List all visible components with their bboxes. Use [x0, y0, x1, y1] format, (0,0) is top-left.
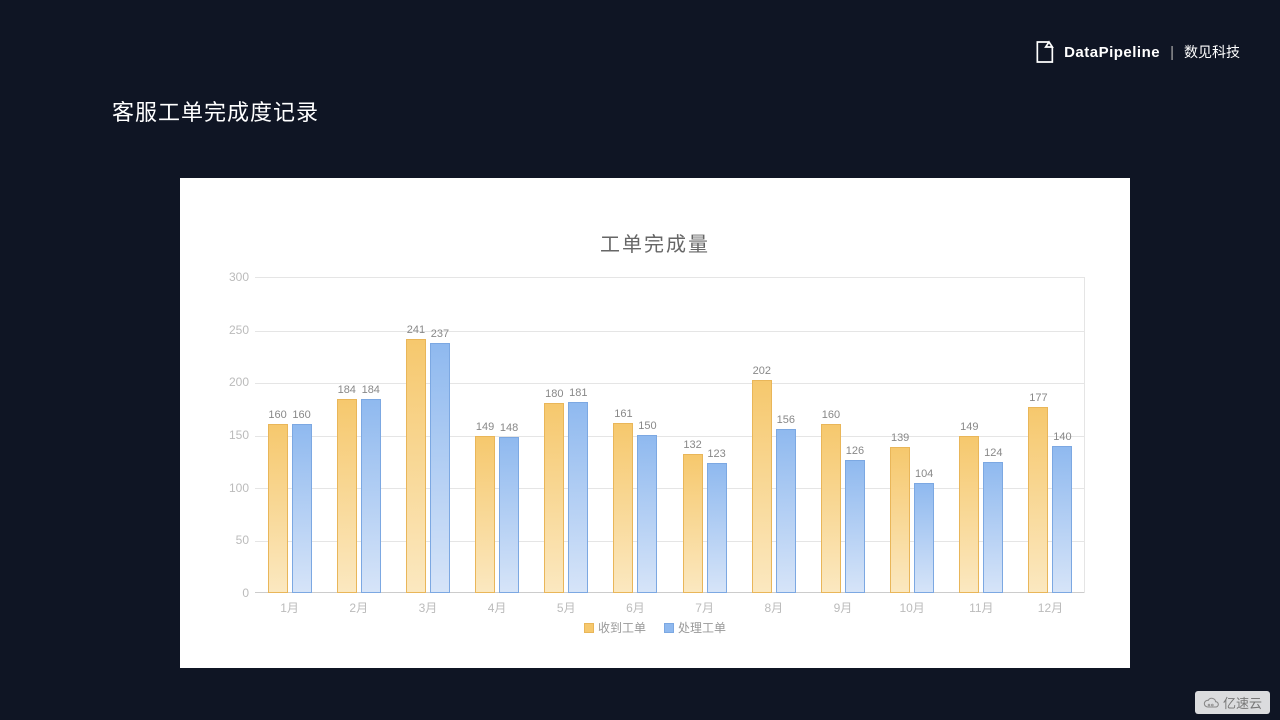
- bar-value-label: 123: [707, 448, 725, 460]
- bar-processed: 184: [361, 399, 381, 593]
- bar-processed: 140: [1052, 446, 1072, 593]
- legend-item-processed: 处理工单: [664, 619, 726, 636]
- bar-value-label: 177: [1029, 392, 1047, 404]
- watermark: 亿速云: [1195, 691, 1270, 714]
- brand-cn-name: 数见科技: [1184, 42, 1240, 62]
- bar-value-label: 202: [753, 365, 771, 377]
- brand-separator: |: [1170, 44, 1174, 61]
- y-tick-label: 300: [215, 270, 249, 284]
- legend: 收到工单 处理工单: [215, 619, 1095, 636]
- bar-received: 149: [475, 436, 495, 593]
- bar-processed: 150: [637, 435, 657, 593]
- bar-value-label: 160: [268, 409, 286, 421]
- x-tick-label: 12月: [1038, 599, 1063, 616]
- bar-processed: 123: [707, 463, 727, 593]
- bar-group: 1601601月: [255, 277, 324, 593]
- y-tick-label: 250: [215, 323, 249, 337]
- brand-block: DataPipeline | 数见科技: [1034, 40, 1240, 64]
- x-tick-label: 3月: [419, 599, 438, 616]
- brand-logo-icon: [1034, 40, 1054, 64]
- bar-group: 1321237月: [670, 277, 739, 593]
- bar-received: 139: [890, 447, 910, 593]
- brand-name: DataPipeline: [1064, 44, 1160, 61]
- bar-received: 132: [683, 454, 703, 593]
- bar-processed: 160: [292, 424, 312, 593]
- x-tick-label: 10月: [899, 599, 924, 616]
- bar-group: 14912411月: [947, 277, 1016, 593]
- y-tick-label: 100: [215, 481, 249, 495]
- bar-received: 241: [406, 339, 426, 593]
- y-tick-label: 0: [215, 586, 249, 600]
- x-tick-label: 6月: [626, 599, 645, 616]
- bar-value-label: 149: [960, 421, 978, 433]
- bar-received: 161: [613, 423, 633, 593]
- bar-value-label: 104: [915, 468, 933, 480]
- bar-value-label: 181: [569, 387, 587, 399]
- bar-value-label: 132: [683, 439, 701, 451]
- legend-swatch-icon: [584, 623, 594, 633]
- bar-group: 1841842月: [324, 277, 393, 593]
- legend-label: 收到工单: [598, 619, 646, 636]
- bar-value-label: 140: [1053, 431, 1071, 443]
- x-tick-label: 8月: [764, 599, 783, 616]
- y-tick-label: 150: [215, 428, 249, 442]
- x-tick-label: 2月: [349, 599, 368, 616]
- legend-item-received: 收到工单: [584, 619, 646, 636]
- bar-processed: 237: [430, 343, 450, 593]
- bar-value-label: 184: [362, 384, 380, 396]
- bar-group: 13910410月: [878, 277, 947, 593]
- x-tick-label: 7月: [695, 599, 714, 616]
- bar-processed: 126: [845, 460, 865, 593]
- bar-value-label: 184: [338, 384, 356, 396]
- bar-value-label: 160: [822, 409, 840, 421]
- bar-group: 2021568月: [739, 277, 808, 593]
- x-tick-label: 11月: [969, 599, 993, 616]
- chart-title: 工单完成量: [215, 228, 1095, 257]
- cloud-icon: [1203, 695, 1219, 711]
- bar-value-label: 180: [545, 388, 563, 400]
- bar-value-label: 237: [431, 328, 449, 340]
- bar-group: 17714012月: [1016, 277, 1085, 593]
- y-tick-label: 50: [215, 533, 249, 547]
- bar-processed: 156: [776, 429, 796, 593]
- bar-value-label: 161: [614, 408, 632, 420]
- y-tick-label: 200: [215, 375, 249, 389]
- legend-label: 处理工单: [678, 619, 726, 636]
- bar-value-label: 124: [984, 447, 1002, 459]
- bar-value-label: 150: [638, 420, 656, 432]
- bar-value-label: 149: [476, 421, 494, 433]
- chart-plot: 050100150200250300 1601601月1841842月24123…: [215, 271, 1095, 611]
- bar-group: 1611506月: [601, 277, 670, 593]
- bar-processed: 124: [983, 462, 1003, 593]
- bar-processed: 148: [499, 437, 519, 593]
- bar-group: 1601269月: [808, 277, 877, 593]
- chart-card: 工单完成量 050100150200250300 1601601月1841842…: [180, 178, 1130, 668]
- legend-swatch-icon: [664, 623, 674, 633]
- bar-received: 184: [337, 399, 357, 593]
- bar-received: 160: [821, 424, 841, 593]
- page-title: 客服工单完成度记录: [112, 95, 319, 127]
- bar-processed: 181: [568, 402, 588, 593]
- bar-group: 1491484月: [463, 277, 532, 593]
- x-tick-label: 4月: [488, 599, 507, 616]
- bar-groups: 1601601月1841842月2412373月1491484月1801815月…: [255, 277, 1085, 593]
- bar-value-label: 139: [891, 432, 909, 444]
- bar-value-label: 160: [292, 409, 310, 421]
- bar-received: 202: [752, 380, 772, 593]
- x-tick-label: 1月: [280, 599, 299, 616]
- bar-value-label: 156: [777, 414, 795, 426]
- bar-received: 149: [959, 436, 979, 593]
- bar-value-label: 148: [500, 422, 518, 434]
- bar-group: 2412373月: [393, 277, 462, 593]
- x-tick-label: 9月: [834, 599, 853, 616]
- bar-value-label: 126: [846, 445, 864, 457]
- x-tick-label: 5月: [557, 599, 576, 616]
- bar-processed: 104: [914, 483, 934, 593]
- bar-received: 160: [268, 424, 288, 593]
- watermark-text: 亿速云: [1223, 693, 1262, 712]
- bar-group: 1801815月: [532, 277, 601, 593]
- bar-received: 177: [1028, 407, 1048, 593]
- bar-value-label: 241: [407, 324, 425, 336]
- bar-received: 180: [544, 403, 564, 593]
